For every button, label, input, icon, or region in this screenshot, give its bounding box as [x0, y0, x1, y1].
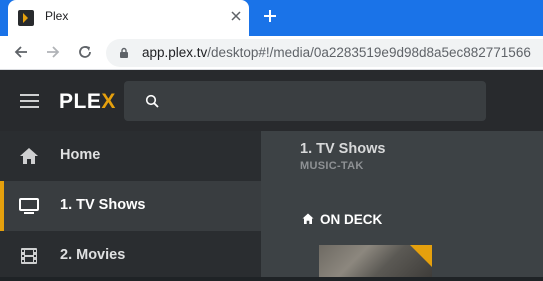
- url-host: app.plex.tv: [142, 45, 208, 60]
- page-title: 1. TV Shows: [300, 141, 386, 157]
- browser-toolbar: app.plex.tv/desktop#!/media/0a2283519e9d…: [0, 36, 543, 70]
- section-title: ON DECK: [320, 212, 383, 227]
- sidebar-item-tv-shows[interactable]: 1. TV Shows: [0, 181, 261, 231]
- logo-accent: X: [101, 90, 116, 113]
- forward-arrow-icon[interactable]: [45, 44, 61, 60]
- tab-title: Plex: [45, 9, 69, 23]
- sidebar-item-home[interactable]: Home: [0, 131, 261, 181]
- url-text: app.plex.tv/desktop#!/media/0a2283519e9d…: [142, 45, 531, 60]
- unwatched-badge: [410, 245, 432, 267]
- sidebar-item-movies[interactable]: 2. Movies: [0, 231, 261, 281]
- browser-tabstrip: Plex: [0, 0, 543, 36]
- sidebar-item-label: 2. Movies: [60, 247, 126, 263]
- film-icon: [21, 248, 37, 264]
- search-input[interactable]: [124, 81, 486, 121]
- server-name: MUSIC-TAK: [300, 160, 364, 172]
- back-arrow-icon[interactable]: [13, 44, 29, 60]
- home-icon: [302, 213, 314, 224]
- media-poster[interactable]: [319, 245, 432, 277]
- menu-icon[interactable]: [20, 94, 39, 108]
- home-icon: [20, 148, 38, 164]
- plex-logo[interactable]: PLEX: [59, 90, 116, 114]
- logo-text: PLE: [59, 90, 102, 113]
- active-indicator: [0, 181, 4, 231]
- lock-icon: [120, 47, 128, 58]
- monitor-icon: [19, 198, 39, 214]
- search-icon: [145, 94, 159, 108]
- close-tab-icon[interactable]: [230, 10, 242, 22]
- address-bar[interactable]: app.plex.tv/desktop#!/media/0a2283519e9d…: [106, 39, 543, 67]
- sidebar-item-label: 1. TV Shows: [60, 197, 146, 213]
- sidebar-item-label: Home: [60, 147, 101, 163]
- url-path: /desktop#!/media/0a2283519e9d98d8a5ec882…: [207, 45, 531, 60]
- plex-favicon-icon: [18, 10, 34, 26]
- plex-header: PLEX: [0, 70, 543, 131]
- reload-icon[interactable]: [77, 44, 93, 60]
- new-tab-icon[interactable]: [262, 8, 278, 24]
- browser-tab[interactable]: Plex: [8, 0, 249, 36]
- sidebar: Home 1. TV Shows 2. Movies: [0, 131, 261, 277]
